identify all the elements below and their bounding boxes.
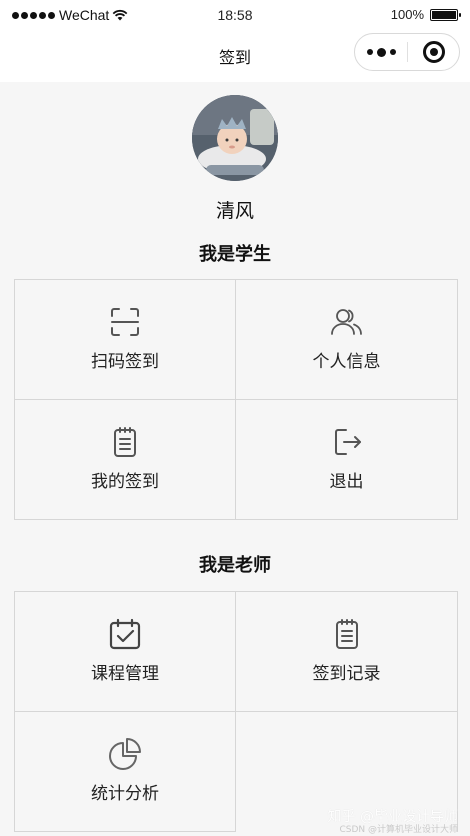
logout-button[interactable]: 退出	[236, 400, 458, 520]
personal-info-button[interactable]: 个人信息	[236, 280, 458, 400]
student-section-title: 我是学生	[199, 244, 271, 265]
sign-in-records-button[interactable]: 签到记录	[236, 592, 458, 712]
more-button[interactable]	[355, 34, 407, 70]
cell-label: 我的签到	[91, 472, 159, 492]
clipboard-icon	[114, 427, 136, 457]
calendar-check-icon	[109, 618, 141, 650]
avatar-image	[192, 95, 278, 181]
cell-label: 扫码签到	[91, 352, 159, 372]
teacher-grid: 课程管理 签到记录 统计分析	[14, 591, 458, 832]
watermark-sub: CSDN @计算机毕业设计大师	[339, 825, 458, 835]
battery-fill	[432, 10, 456, 19]
battery-percent: 100%	[390, 7, 424, 22]
cell-label: 个人信息	[312, 352, 381, 372]
status-right: 100%	[390, 7, 461, 22]
my-sign-in-button[interactable]: 我的签到	[15, 400, 236, 520]
users-icon	[330, 309, 362, 335]
scan-sign-in-button[interactable]: 扫码签到	[15, 280, 236, 400]
cell-label: 退出	[329, 472, 364, 492]
scan-icon	[111, 308, 139, 336]
avatar[interactable]	[192, 95, 278, 181]
clipboard-icon	[335, 619, 358, 649]
mini-program-capsule	[354, 33, 460, 71]
logout-icon	[334, 429, 361, 455]
nav-bar: 签到	[0, 32, 470, 82]
battery-icon	[430, 8, 461, 21]
cell-label: 统计分析	[91, 784, 159, 804]
cell-label: 课程管理	[91, 664, 159, 684]
statistics-button[interactable]: 统计分析	[15, 712, 236, 832]
course-management-button[interactable]: 课程管理	[15, 592, 236, 712]
close-icon	[422, 41, 445, 63]
close-button[interactable]	[408, 34, 459, 70]
status-bar: WeChat 18:58 100%	[0, 0, 470, 32]
user-name: 清风	[215, 200, 254, 222]
pie-chart-icon	[109, 738, 141, 770]
teacher-section-title: 我是老师	[199, 555, 271, 576]
cell-label: 签到记录	[312, 664, 381, 684]
student-grid: 扫码签到 个人信息 我的签到 退出	[14, 279, 458, 520]
